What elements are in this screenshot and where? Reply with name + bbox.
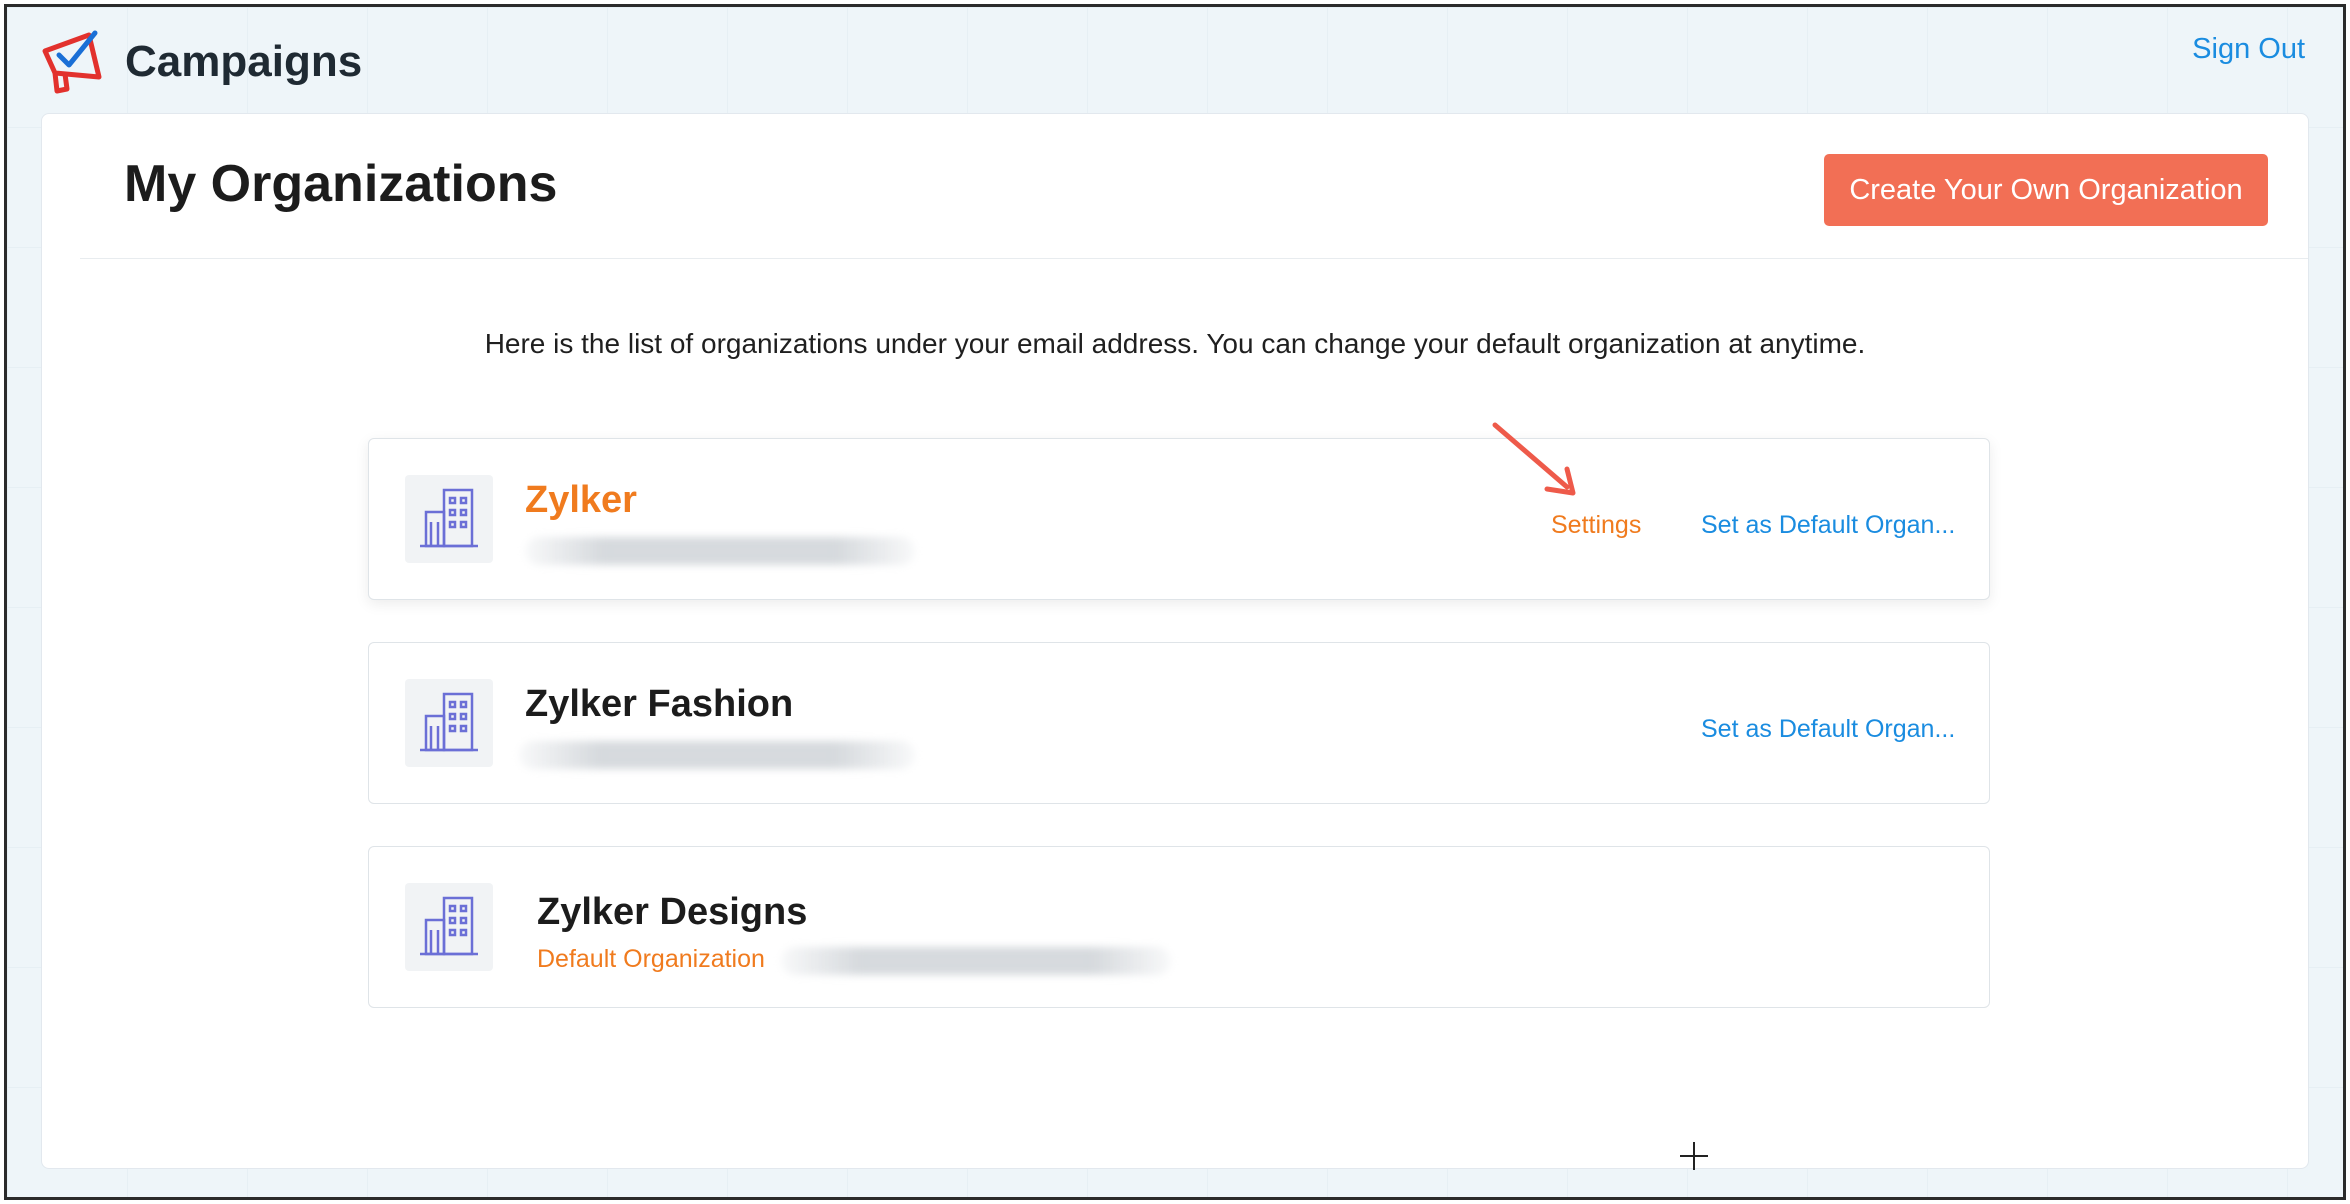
top-bar: Campaigns Sign Out [7,7,2343,111]
org-name[interactable]: Zylker [525,479,637,522]
org-card-zylker-fashion[interactable]: Zylker Fashion Set as Default Organ... [368,642,1990,804]
settings-link[interactable]: Settings [1551,511,1641,540]
intro-text: Here is the list of organizations under … [484,328,1866,359]
building-icon [405,883,493,971]
header-divider [80,258,2308,259]
org-card-zylker-designs[interactable]: Zylker Designs Default Organization [368,846,1990,1008]
app-title: Campaigns [125,37,363,86]
crosshair-cursor-icon [1680,1142,1708,1170]
org-name[interactable]: Zylker Fashion [525,683,793,726]
app-window: Campaigns Sign Out My Organizations Crea… [4,4,2346,1200]
building-icon [405,475,493,563]
page-title: My Organizations [124,155,558,213]
set-default-link[interactable]: Set as Default Organ... [1701,715,1955,744]
redacted-email [781,947,1171,975]
organizations-panel: My Organizations Create Your Own Organiz… [41,113,2309,1169]
set-default-link[interactable]: Set as Default Organ... [1701,511,1955,540]
org-name[interactable]: Zylker Designs [537,891,807,934]
building-icon [405,679,493,767]
redacted-email [519,741,915,769]
sign-out-link[interactable]: Sign Out [2192,33,2305,66]
org-card-zylker[interactable]: Zylker Settings Set as Default Organ... [368,438,1990,600]
annotation-arrow-icon [1492,422,1576,496]
default-organization-badge: Default Organization [537,945,765,973]
create-organization-button[interactable]: Create Your Own Organization [1824,154,2268,226]
megaphone-check-icon[interactable] [37,29,107,97]
redacted-email [525,537,915,565]
